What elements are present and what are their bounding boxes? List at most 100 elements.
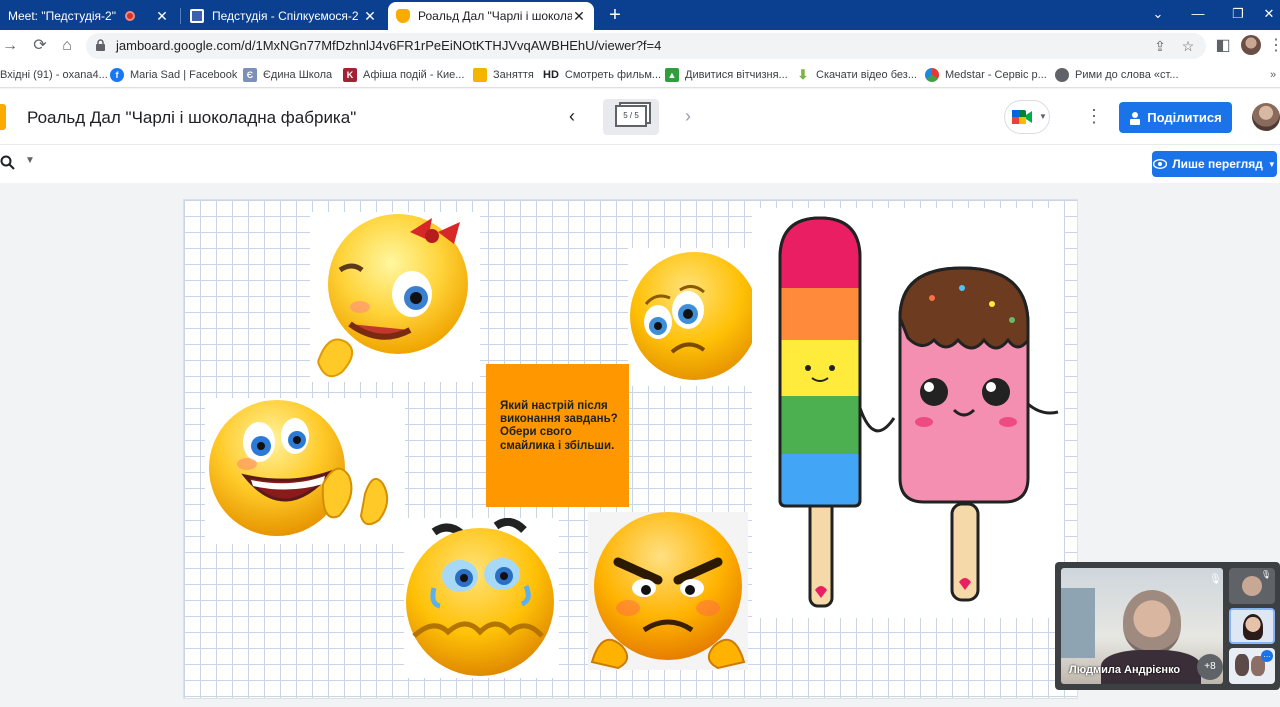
tv-icon: ▲ [665,68,679,82]
recording-icon [124,11,135,21]
participant-tile[interactable]: … [1229,648,1275,684]
tab-title: Роальд Дал "Чарлі і шоколадна [418,9,572,23]
more-options-icon[interactable]: ⋮ [1084,106,1104,127]
bookmark-label: Вхідні (91) - oxana4... [0,69,108,81]
more-options-icon[interactable]: … [1261,650,1273,662]
browser-tab-strip: Meet: "Педстудія-2" ✕ Педстудія - Спілку… [0,0,1280,30]
browser-menu-icon[interactable]: ⋮ [1268,36,1280,56]
view-only-button[interactable]: Лише перегляд ▼ [1152,151,1277,177]
crying-emoji-icon [406,517,554,676]
angry-emoji-sticker[interactable] [588,512,748,670]
next-frame-button[interactable]: › [678,106,698,127]
side-panel-icon[interactable]: ◧ [1213,36,1233,56]
tab-meet[interactable]: Meet: "Педстудія-2" ✕ [0,2,178,30]
caret-down-icon: ▼ [1267,159,1276,169]
bookmark-star-icon[interactable]: ☆ [1180,38,1196,54]
meet-present-button[interactable]: ▼ [1004,100,1050,134]
bookmark-label: Medstar - Сервіс р... [945,69,1047,81]
presenter-video[interactable]: +8 Людмила Андрієнко 🎙 [1061,568,1223,684]
more-bookmarks-icon[interactable]: » [1270,66,1276,84]
download-icon: ⬇ [797,67,809,82]
share-button[interactable]: Поділитися [1119,102,1232,133]
laughing-waving-emoji-sticker[interactable] [205,398,405,544]
minimize-button[interactable]: — [1178,0,1218,30]
pleading-emoji-icon [630,252,758,380]
eye-icon [1153,159,1168,169]
crying-emoji-sticker[interactable] [404,517,559,678]
participant-avatar [1242,576,1262,596]
bookmark-rhymes[interactable]: Рими до слова «ст... [1055,66,1179,84]
tab-search-icon[interactable]: ⌄ [1138,0,1178,30]
sticky-note-text: Який настрій після виконання завдань? Об… [500,400,618,452]
close-tab-icon[interactable]: ✕ [362,8,378,25]
presenter-head [1123,590,1181,654]
caret-down-icon: ▼ [1039,112,1047,121]
bookmark-download[interactable]: ⬇ Скачати відео без... [796,66,917,84]
profile-avatar[interactable] [1241,35,1261,55]
bookmark-school[interactable]: Є Єдина Школа [243,66,332,84]
view-only-label: Лише перегляд [1172,157,1263,171]
bookmark-events[interactable]: K Афіша подій - Кие... [343,66,464,84]
address-bar[interactable]: jamboard.google.com/d/1MxNGn77MfDzhnlJ4v… [86,33,1206,59]
lock-icon [96,39,105,51]
tab-title: Meet: "Педстудія-2" [8,9,116,23]
home-icon[interactable]: ⌂ [57,36,77,56]
tab-classroom[interactable]: Педстудія - Спілкуємося-2 ✕ [182,2,386,30]
bookmark-medstar[interactable]: Medstar - Сервіс р... [925,66,1047,84]
events-icon: K [343,68,357,82]
toolbar-row: ▼ Лише перегляд ▼ [0,145,1280,183]
angry-emoji-icon [590,512,746,670]
zoom-dropdown-icon[interactable]: ▼ [25,155,35,166]
bookmarks-bar: Вхідні (91) - oxana4... f Maria Sad | Fa… [0,62,1280,88]
bookmark-label: Скачати відео без... [816,69,917,81]
address-row: → ⟳ ⌂ jamboard.google.com/d/1MxNGn77MfDz… [0,30,1280,62]
previous-frame-button[interactable]: ‹ [562,106,582,127]
popsicle-couple-icon [778,216,1059,608]
url-text: jamboard.google.com/d/1MxNGn77MfDzhnlJ4v… [116,38,662,53]
forward-icon[interactable]: → [0,36,20,56]
winking-emoji-icon [317,214,468,378]
bookmark-label: Maria Sad | Facebook [130,69,238,81]
calendar-icon [190,9,204,23]
medstar-icon [925,68,939,82]
sticky-note[interactable]: Який настрій після виконання завдань? Об… [486,364,629,507]
account-avatar[interactable] [1252,103,1280,131]
mic-off-icon: 🎙 [1260,570,1271,579]
frame-bar-button[interactable]: 5 / 5 [603,99,659,135]
reload-icon[interactable]: ⟳ [30,36,50,56]
sad-pleading-emoji-sticker[interactable] [628,248,760,386]
bookmark-gmail[interactable]: Вхідні (91) - oxana4... [0,66,108,84]
popsicle-couple-sticker[interactable] [752,208,1064,618]
jam-title[interactable]: Роальд Дал "Чарлі і шоколадна фабрика" [27,108,356,128]
bookmark-label: Єдина Школа [263,69,333,81]
bookmark-label: Смотреть фильм... [564,69,662,81]
close-tab-icon[interactable]: ✕ [154,8,170,25]
facebook-icon: f [110,68,124,82]
mic-off-icon: 🎙 [1209,574,1222,585]
participant-tile[interactable]: 🎙 [1229,568,1275,604]
winking-girl-emoji-sticker[interactable] [310,212,480,382]
meet-picture-in-picture[interactable]: +8 Людмила Андрієнко 🎙 🎙 … [1055,562,1280,690]
bookmark-classroom[interactable]: Заняття [473,66,534,84]
laughing-emoji-icon [209,400,389,536]
bookmark-label: Афіша подій - Кие... [363,69,465,81]
share-label: Поділитися [1147,110,1222,125]
share-page-icon[interactable]: ⇪ [1152,38,1168,54]
participant-avatar [1235,654,1249,676]
close-window-button[interactable]: ✕ [1258,0,1280,30]
close-tab-icon[interactable]: ✕ [572,8,586,25]
tab-divider [180,8,181,24]
hd-icon: HD [543,69,559,81]
bookmark-facebook[interactable]: f Maria Sad | Facebook [110,66,237,84]
bookmark-tv[interactable]: ▲ Дивитися вітчизня... [665,66,788,84]
restore-button[interactable]: ❐ [1218,0,1258,30]
school-icon: Є [243,68,257,82]
more-participants-count[interactable]: +8 [1197,654,1223,680]
new-tab-button[interactable]: + [603,3,627,27]
jamboard-logo-icon[interactable] [0,104,6,130]
tab-jamboard[interactable]: Роальд Дал "Чарлі і шоколадна ✕ [388,2,594,30]
bookmark-hd[interactable]: HD Смотреть фильм... [543,66,661,84]
zoom-icon[interactable] [0,155,16,171]
bookmark-label: Заняття [493,69,534,81]
participant-tile-speaking[interactable] [1229,608,1275,644]
